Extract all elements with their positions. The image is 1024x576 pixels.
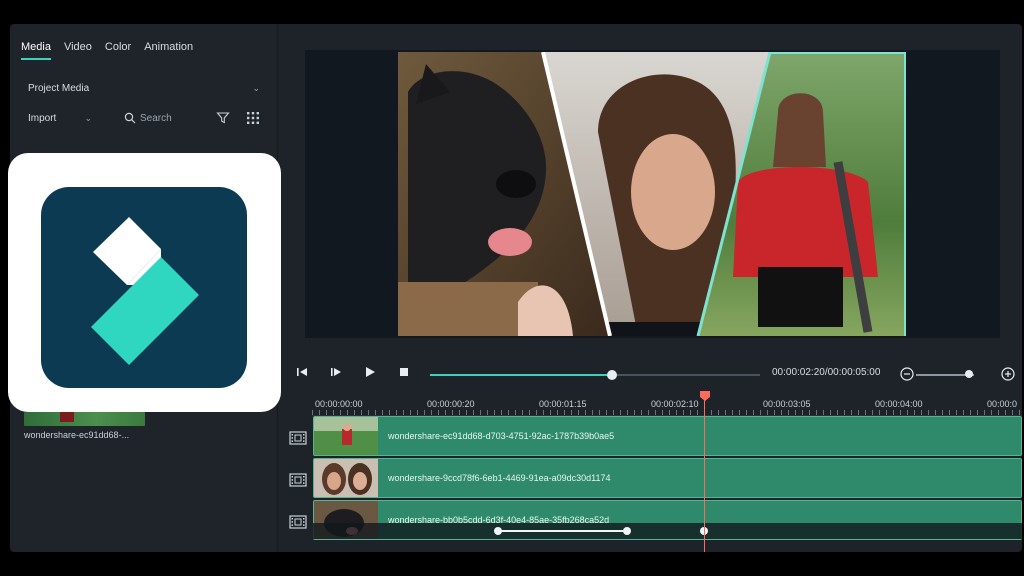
timeline-ruler[interactable]: 00:00:00:00 00:00:00:20 00:00:01:15 00:0… bbox=[312, 394, 1022, 416]
ruler-label: 00:00:00:00 bbox=[315, 399, 363, 409]
zoom-in-icon bbox=[1001, 367, 1015, 381]
film-icon[interactable] bbox=[289, 431, 307, 445]
ruler-label: 00:00:02:10 bbox=[651, 399, 699, 409]
keyframe-point[interactable] bbox=[623, 527, 631, 535]
play-button[interactable] bbox=[362, 364, 378, 380]
scrubber-progress bbox=[430, 374, 612, 376]
stop-icon bbox=[400, 368, 408, 376]
filter-icon[interactable] bbox=[216, 111, 230, 125]
zoom-out-icon bbox=[900, 367, 914, 381]
panel-tabs: Media Video Color Animation bbox=[10, 24, 278, 62]
media-file-label: wondershare-ec91dd68-... bbox=[24, 430, 130, 440]
film-icon[interactable] bbox=[289, 515, 307, 529]
step-forward-icon bbox=[331, 368, 341, 376]
transport-bar: 00:00:02:20/00:00:05:00 bbox=[282, 364, 1022, 386]
keyframe-point[interactable] bbox=[494, 527, 502, 535]
keyframe-lane bbox=[313, 523, 1022, 539]
tab-media[interactable]: Media bbox=[21, 41, 58, 62]
play-icon bbox=[366, 367, 375, 377]
ruler-label: 00:00:01:15 bbox=[539, 399, 587, 409]
search-icon bbox=[124, 112, 136, 124]
keyframe-segment bbox=[501, 530, 629, 532]
media-toolbar: Import ⌄ Search bbox=[20, 106, 268, 130]
preview-window bbox=[305, 50, 1000, 338]
clip-thumbnail bbox=[314, 459, 378, 497]
tab-color[interactable]: Color bbox=[105, 41, 138, 62]
clip-name: wondershare-ec91dd68-d703-4751-92ac-1787… bbox=[388, 431, 615, 441]
project-media-dropdown[interactable]: Project Media ⌄ bbox=[20, 76, 268, 100]
zoom-slider-handle[interactable] bbox=[965, 370, 973, 378]
import-dropdown[interactable]: Import ⌄ bbox=[20, 113, 100, 124]
zoom-out-button[interactable] bbox=[899, 366, 915, 382]
preview-image bbox=[398, 52, 906, 336]
playback-scrubber[interactable] bbox=[430, 370, 760, 380]
stop-button[interactable] bbox=[396, 364, 412, 380]
ruler-label: 00:00:00:20 bbox=[427, 399, 475, 409]
search-input[interactable]: Search bbox=[124, 108, 194, 128]
clip-thumbnail bbox=[314, 417, 378, 455]
playhead-line[interactable] bbox=[704, 400, 705, 552]
zoom-in-button[interactable] bbox=[1000, 366, 1016, 382]
grid-icon[interactable] bbox=[246, 111, 260, 125]
ruler-label: 00:00:04:00 bbox=[875, 399, 923, 409]
app-logo-card bbox=[8, 153, 281, 412]
tab-animation[interactable]: Animation bbox=[144, 41, 200, 62]
scrubber-handle[interactable] bbox=[606, 370, 617, 380]
filmora-logo-icon bbox=[41, 187, 247, 388]
step-back-icon bbox=[297, 368, 307, 376]
project-media-label: Project Media bbox=[28, 82, 90, 94]
timecode-display: 00:00:02:20/00:00:05:00 bbox=[772, 367, 881, 378]
chevron-down-icon: ⌄ bbox=[84, 112, 92, 123]
media-thumbnail[interactable] bbox=[24, 412, 145, 426]
step-back-button[interactable] bbox=[294, 364, 310, 380]
import-label: Import bbox=[28, 112, 57, 124]
timeline-clip[interactable]: wondershare-ec91dd68-d703-4751-92ac-1787… bbox=[313, 416, 1022, 456]
tab-video[interactable]: Video bbox=[64, 41, 99, 62]
chevron-down-icon: ⌄ bbox=[252, 82, 260, 93]
ruler-ticks bbox=[312, 410, 1022, 415]
logo-mark-icon bbox=[91, 217, 199, 365]
ruler-label: 00:00:03:05 bbox=[763, 399, 811, 409]
ruler-label: 00:00:0 bbox=[987, 399, 1018, 409]
step-forward-button[interactable] bbox=[328, 364, 344, 380]
timeline-clip[interactable]: wondershare-9ccd78f6-6eb1-4469-91ea-a09d… bbox=[313, 458, 1022, 498]
search-placeholder: Search bbox=[140, 112, 172, 124]
clip-name: wondershare-9ccd78f6-6eb1-4469-91ea-a09d… bbox=[388, 473, 611, 483]
film-icon[interactable] bbox=[289, 473, 307, 487]
